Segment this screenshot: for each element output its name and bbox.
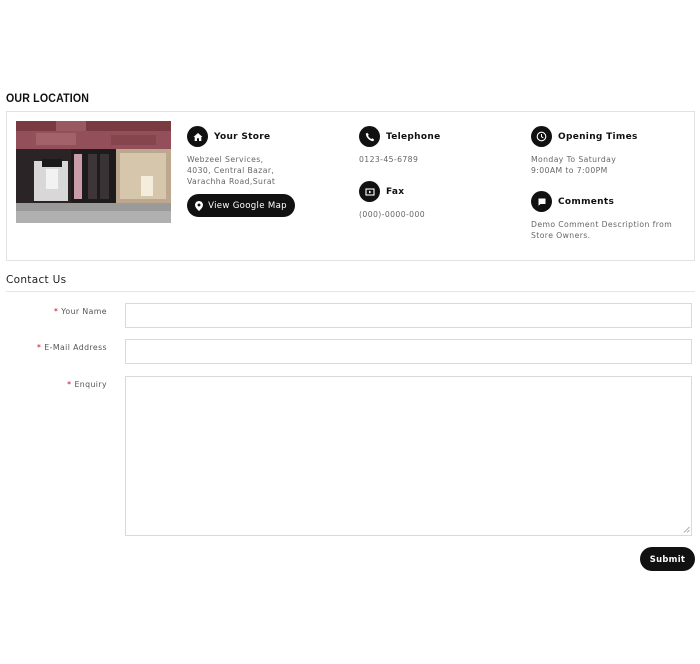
opening-days: Monday To Saturday (531, 155, 617, 164)
store-title: Your Store (214, 131, 271, 142)
comments-info: Comments Demo Comment Description from S… (531, 191, 672, 241)
store-photo (16, 121, 171, 223)
our-location-heading: OUR LOCATION (6, 93, 90, 105)
divider (6, 291, 695, 292)
required-marker: * (67, 380, 72, 389)
map-button-label: View Google Map (208, 200, 287, 211)
view-google-map-button[interactable]: View Google Map (187, 194, 295, 217)
address-line: Webzeel Services, (187, 155, 264, 164)
enquiry-label: * Enquiry (67, 380, 107, 389)
contact-us-heading: Contact Us (6, 274, 67, 286)
opening-times-info: Opening Times Monday To Saturday 9:00AM … (531, 126, 638, 176)
opening-times-value: Monday To Saturday 9:00AM to 7:00PM (531, 154, 638, 176)
fax-icon (359, 181, 380, 202)
comment-icon (531, 191, 552, 212)
fax-value: (000)-0000-000 (359, 210, 426, 219)
comments-value: Demo Comment Description from Store Owne… (531, 219, 672, 241)
fax-title: Fax (386, 186, 405, 197)
phone-icon (359, 126, 380, 147)
map-pin-icon (195, 200, 204, 211)
address-line: Varachha Road,Surat (187, 177, 276, 186)
submit-button[interactable]: Submit (640, 547, 695, 571)
enquiry-textarea[interactable] (125, 376, 692, 536)
telephone-info: Telephone 0123-45-6789 (359, 126, 440, 165)
email-input[interactable] (125, 339, 692, 364)
home-icon (187, 126, 208, 147)
required-marker: * (53, 307, 59, 316)
fax-info: Fax (000)-0000-000 (359, 181, 425, 220)
label-text: Enquiry (74, 380, 107, 389)
your-name-input[interactable] (125, 303, 692, 328)
comment-line: Demo Comment Description from (531, 220, 673, 229)
comments-title: Comments (558, 196, 615, 207)
label-text: E-Mail Address (44, 343, 107, 352)
opening-times-title: Opening Times (558, 131, 638, 142)
required-marker: * (36, 343, 42, 352)
telephone-value: 0123-45-6789 (359, 155, 419, 164)
comment-line: Store Owners. (531, 231, 591, 240)
address-line: 4030, Central Bazar, (187, 166, 275, 175)
resize-handle[interactable] (683, 526, 690, 533)
store-info: Your Store Webzeel Services, 4030, Centr… (187, 126, 295, 217)
location-panel: Your Store Webzeel Services, 4030, Centr… (6, 111, 695, 261)
opening-hours: 9:00AM to 7:00PM (531, 166, 608, 175)
email-label: * E-Mail Address (37, 343, 107, 352)
your-name-label: * Your Name (54, 307, 107, 316)
telephone-title: Telephone (386, 131, 441, 142)
clock-icon (531, 126, 552, 147)
store-address: Webzeel Services, 4030, Central Bazar, V… (187, 154, 295, 187)
label-text: Your Name (61, 307, 107, 316)
